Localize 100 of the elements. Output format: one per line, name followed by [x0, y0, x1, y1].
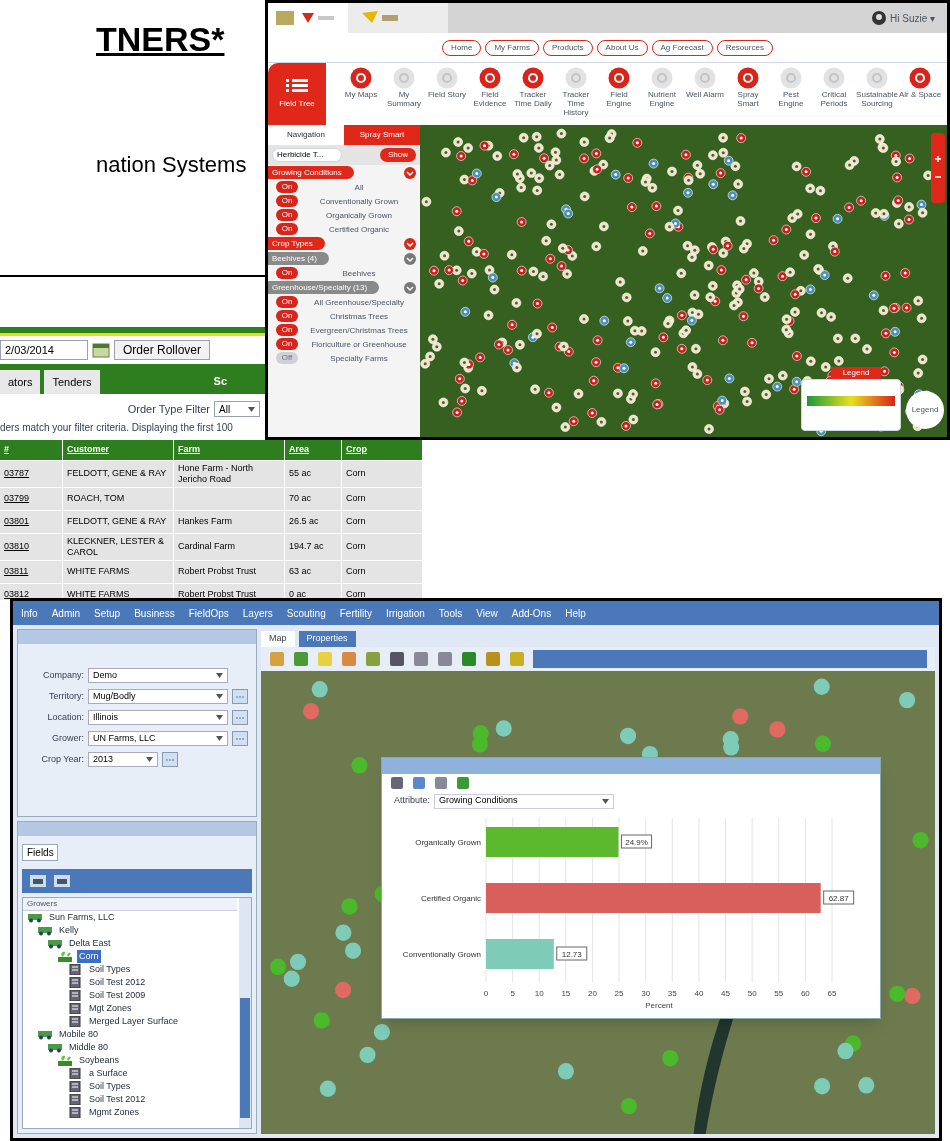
order-link[interactable]: 03810 [4, 541, 30, 552]
map-marker[interactable] [283, 970, 300, 987]
map-marker[interactable] [472, 725, 489, 742]
tab[interactable]: Tenders [44, 370, 100, 394]
map-marker[interactable] [813, 678, 830, 695]
map-marker[interactable] [814, 735, 831, 753]
section-header[interactable]: Crop Types [268, 237, 325, 250]
tool-button[interactable]: Tracker Time Daily [511, 67, 555, 108]
order-link[interactable]: 03811 [4, 566, 29, 577]
map-marker[interactable] [269, 958, 287, 976]
tree-item[interactable]: Merged Layer Surface [87, 1014, 181, 1029]
tab[interactable]: ators [0, 370, 41, 394]
tree-item[interactable]: Mgt Zones [87, 1001, 134, 1016]
dropdown-field[interactable]: Demo [88, 668, 228, 683]
tool-button[interactable]: Field Evidence [468, 67, 512, 108]
toggle-switch[interactable]: On [276, 338, 298, 350]
search-field[interactable]: Herbicide T... [272, 148, 342, 162]
map-marker[interactable] [837, 1042, 854, 1060]
menu-item[interactable]: FieldOps [188, 605, 229, 621]
date-field[interactable]: 2/03/2014 [0, 340, 88, 360]
column-header[interactable]: Farm [174, 440, 284, 460]
menu-item[interactable]: Admin [51, 605, 81, 621]
order-link[interactable]: 03799 [4, 493, 30, 504]
map-marker[interactable] [858, 1077, 875, 1094]
tool-button[interactable]: My Summary [382, 67, 426, 108]
map-marker[interactable] [620, 727, 637, 745]
field-tree-button[interactable]: Field Tree [268, 63, 326, 125]
tool-button[interactable]: Sustainable Sourcing [855, 67, 899, 108]
map-marker[interactable] [495, 720, 512, 737]
toggle-switch[interactable]: On [276, 181, 298, 193]
dropdown-field[interactable]: 2013 [88, 752, 158, 767]
legend-toggle[interactable]: Legend [831, 367, 881, 379]
toggle-switch[interactable]: On [276, 296, 298, 308]
panel-tab[interactable]: Navigation [268, 125, 344, 145]
attribute-dropdown[interactable]: Growing Conditions [434, 793, 615, 809]
menu-item[interactable]: Tools [438, 605, 463, 621]
tree-item[interactable]: Mobile 80 [57, 1027, 101, 1042]
map-marker[interactable] [904, 987, 921, 1005]
tree-item[interactable]: Kelly [57, 923, 81, 938]
map-tab[interactable]: Map [261, 631, 295, 647]
dropdown-field[interactable]: Mug/Bodly [88, 689, 228, 704]
map-marker[interactable] [319, 1080, 336, 1097]
show-button[interactable]: Show [380, 148, 416, 162]
menu-item[interactable]: Irrigation [385, 605, 425, 621]
tool-button[interactable]: Spray Smart [726, 67, 770, 108]
tool-button[interactable]: Pest Engine [769, 67, 813, 108]
menu-item[interactable]: Scouting [286, 605, 326, 621]
filter-dropdown[interactable]: All [214, 401, 260, 417]
map-marker[interactable] [373, 1023, 390, 1041]
toggle-switch[interactable]: On [276, 267, 298, 279]
map-marker[interactable] [313, 1012, 330, 1029]
tool-button[interactable]: My Maps [339, 67, 383, 99]
menu-item[interactable]: Fertility [339, 605, 372, 621]
map-marker[interactable] [662, 1049, 679, 1067]
order-link[interactable]: 03787 [4, 468, 30, 479]
map-marker[interactable] [345, 942, 362, 959]
map-marker[interactable] [557, 1063, 574, 1080]
dropdown-field[interactable]: UN Farms, LLC [88, 731, 228, 746]
tree-item[interactable]: Sun Farms, LLC [47, 910, 117, 925]
order-rollover-button[interactable]: Order Rollover [114, 340, 211, 360]
toggle-switch[interactable]: On [276, 195, 298, 207]
tree-item[interactable]: Mgmt Zones [87, 1105, 141, 1120]
panel-tab[interactable]: Spray Smart [344, 125, 420, 145]
map-marker[interactable] [359, 1046, 376, 1064]
tool-button[interactable]: Tracker Time History [554, 67, 598, 117]
fields-tab[interactable]: Fields [22, 844, 58, 861]
tool-button[interactable]: Nutrient Engine [640, 67, 684, 108]
toggle-switch[interactable]: On [276, 223, 298, 235]
tree-item[interactable]: Middle 80 [67, 1040, 111, 1055]
menu-item[interactable]: Info [21, 605, 38, 621]
tree-item[interactable]: Delta East [67, 936, 113, 951]
column-header[interactable]: Crop [342, 440, 422, 460]
tree-item[interactable]: Soil Test 2012 [87, 1092, 148, 1107]
tool-button[interactable]: Field Engine [597, 67, 641, 108]
toggle-switch[interactable]: On [276, 209, 298, 221]
map-marker[interactable] [620, 1097, 637, 1115]
toggle-switch[interactable]: On [276, 310, 298, 322]
map-marker[interactable] [302, 703, 320, 720]
tool-button[interactable]: Air & Space [898, 67, 942, 99]
tree-item[interactable]: Soil Test 2009 [87, 988, 148, 1003]
menu-item[interactable]: Add-Ons [511, 605, 552, 621]
order-link[interactable]: 03801 [4, 516, 30, 527]
order-link[interactable]: 03812 [4, 589, 30, 600]
tree-item[interactable]: Soil Types [87, 1079, 133, 1094]
tool-button[interactable]: Well Alarm [683, 67, 727, 99]
map-marker[interactable] [723, 739, 740, 756]
map-marker[interactable] [769, 721, 786, 738]
toggle-switch[interactable]: On [276, 324, 298, 336]
user-menu[interactable]: Hi Suzie ▾ [890, 10, 935, 26]
tree-item[interactable]: Corn [77, 949, 101, 964]
map-marker[interactable] [732, 708, 749, 725]
scrollbar[interactable] [239, 898, 251, 1128]
tree-item[interactable]: Soil Types [87, 962, 133, 977]
section-header[interactable]: Growing Conditions [268, 166, 354, 179]
tree-item[interactable]: Soil Test 2012 [87, 975, 148, 990]
menu-item[interactable]: Help [565, 605, 586, 621]
map-marker[interactable] [889, 985, 906, 1003]
map-marker[interactable] [289, 953, 307, 971]
map-marker[interactable] [351, 757, 368, 774]
tool-button[interactable]: Field Story [425, 67, 469, 99]
